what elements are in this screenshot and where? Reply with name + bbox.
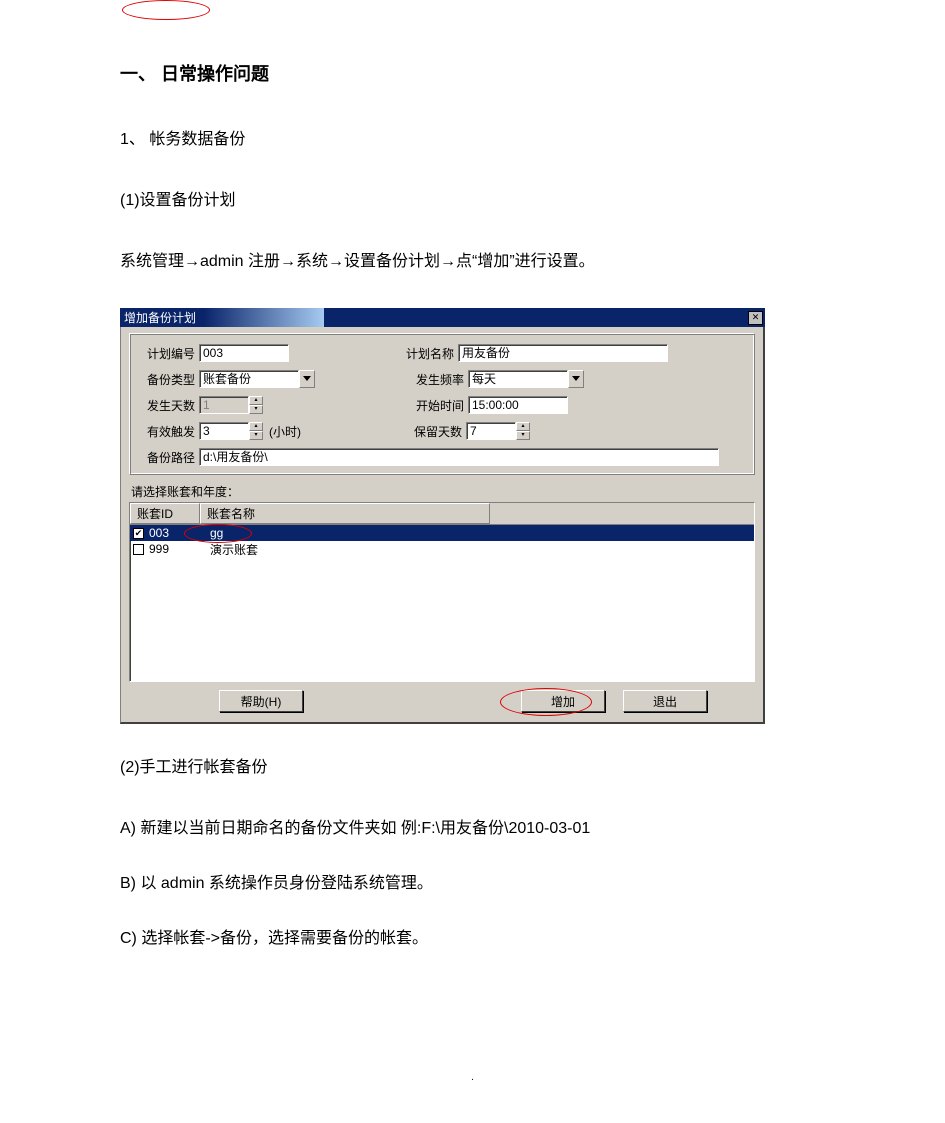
dialog-titlebar: 增加备份计划 ✕	[120, 308, 765, 327]
chevron-down-icon[interactable]	[299, 370, 315, 388]
section-heading: 一、 日常操作问题	[120, 60, 825, 86]
subsection-2: (2)手工进行帐套备份	[120, 754, 825, 783]
col-header-name[interactable]: 账套名称	[200, 503, 490, 524]
trigger-input[interactable]: 3	[199, 422, 249, 440]
titlebar-gradient	[204, 308, 324, 327]
plan-no-label: 计划编号	[140, 345, 199, 362]
titlebar-right: ✕	[324, 308, 765, 327]
exit-button[interactable]: 退出	[623, 690, 707, 712]
path-label: 备份路径	[140, 449, 199, 466]
plan-name-label: 计划名称	[399, 345, 458, 362]
account-list[interactable]: 账套ID 账套名称 ✔ 003 gg 999 演示账套	[129, 502, 755, 682]
days-input: 1	[199, 396, 249, 414]
step-a: A) 新建以当前日期命名的备份文件夹如 例:F:\用友备份\2010-03-01	[120, 815, 825, 844]
step-c: C) 选择帐套->备份，选择需要备份的帐套。	[120, 925, 825, 954]
list-row[interactable]: ✔ 003 gg	[130, 525, 754, 541]
path-input[interactable]: d:\用友备份\	[199, 448, 719, 466]
backup-type-label: 备份类型	[140, 371, 199, 388]
annotation-circle-icon	[122, 0, 210, 20]
trigger-label: 有效触发	[140, 423, 199, 440]
list-row[interactable]: 999 演示账套	[130, 541, 754, 557]
list-header: 账套ID 账套名称	[130, 503, 754, 525]
keep-input[interactable]: 7	[466, 422, 516, 440]
row-id: 999	[147, 542, 202, 556]
days-stepper[interactable]: ▴▾	[249, 396, 263, 414]
trigger-stepper[interactable]: ▴▾	[249, 422, 263, 440]
keep-label: 保留天数	[407, 423, 466, 440]
dialog-title: 增加备份计划	[120, 308, 204, 327]
document-page: 一、 日常操作问题 1、 帐务数据备份 (1)设置备份计划 系统管理→admin…	[0, 0, 945, 1123]
keep-stepper[interactable]: ▴▾	[516, 422, 530, 440]
list-item-1: 1、 帐务数据备份	[120, 126, 825, 155]
days-label: 发生天数	[140, 397, 199, 414]
chevron-down-icon[interactable]	[568, 370, 584, 388]
help-button[interactable]: 帮助(H)	[219, 690, 303, 712]
freq-select[interactable]: 每天	[468, 370, 568, 388]
page-number: .	[0, 1072, 945, 1083]
step-b: B) 以 admin 系统操作员身份登陆系统管理。	[120, 870, 825, 899]
checkbox-icon[interactable]	[133, 544, 144, 555]
hour-note: (小时)	[269, 423, 301, 440]
start-label: 开始时间	[409, 397, 468, 414]
plan-name-input[interactable]: 用友备份	[458, 344, 668, 362]
backup-type-select[interactable]: 账套备份	[199, 370, 299, 388]
instruction-1: 系统管理→admin 注册→系统→设置备份计划→点“增加”进行设置。	[120, 248, 825, 277]
button-row: 帮助(H) 增加 退出	[129, 690, 755, 712]
col-header-id[interactable]: 账套ID	[130, 503, 200, 524]
plan-no-input[interactable]: 003	[199, 344, 289, 362]
list-section-label: 请选择账套和年度：	[131, 483, 755, 500]
checkbox-checked-icon[interactable]: ✔	[133, 528, 144, 539]
start-time-input[interactable]: 15:00:00	[468, 396, 568, 414]
form-fieldset: 计划编号 003 计划名称 用友备份 备份类型 账套备份 发生频率 每天	[129, 333, 755, 475]
dialog-screenshot: 增加备份计划 ✕ 计划编号 003 计划名称 用友备份 备份类型 账套备份	[120, 308, 765, 724]
row-name: 演示账套	[202, 541, 258, 558]
dialog-body: 计划编号 003 计划名称 用友备份 备份类型 账套备份 发生频率 每天	[120, 327, 765, 724]
subsection-1: (1)设置备份计划	[120, 187, 825, 216]
close-icon[interactable]: ✕	[748, 311, 763, 325]
freq-label: 发生频率	[409, 371, 468, 388]
